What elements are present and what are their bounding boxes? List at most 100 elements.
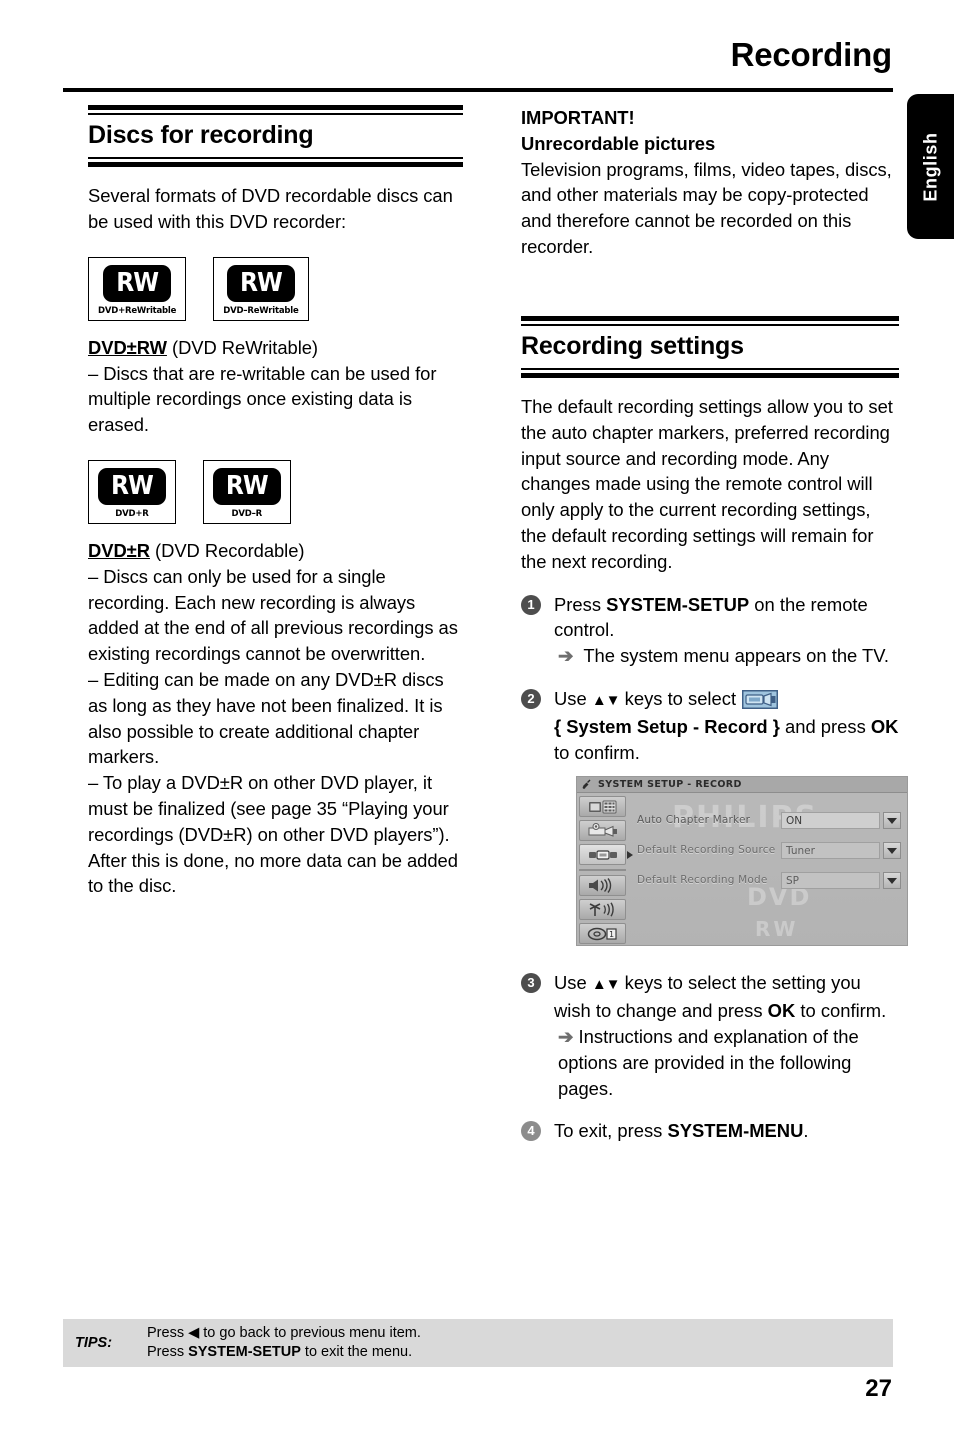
tv-setting-value[interactable]: ON	[781, 812, 880, 830]
recordable-logo-row: RW DVD+R RW DVD–R	[88, 460, 463, 525]
sidebar-icon-tv-playback[interactable]	[579, 796, 626, 818]
arrow-icon: ➔	[558, 645, 574, 667]
step-1-button-name: SYSTEM-SETUP	[606, 593, 750, 615]
step-3-ok: OK	[767, 1000, 796, 1022]
recording-settings-heading: Recording settings	[521, 315, 899, 379]
tv-setting-row: Default Recording Mode SP	[637, 870, 901, 891]
tv-setting-value[interactable]: SP	[781, 872, 880, 890]
dvd-minus-rewritable-logo: RW DVD–ReWritable	[213, 256, 309, 321]
step-4-text-a: To exit, press	[554, 1120, 668, 1142]
step-1: 1 Press SYSTEM-SETUP on the remote contr…	[521, 592, 899, 669]
rw-mark: RW	[239, 267, 283, 298]
sidebar-icon-speaker-audio[interactable]	[579, 875, 626, 897]
step-2-ok: OK	[870, 715, 899, 737]
step-2-text-a: Use	[554, 688, 592, 709]
step-2-text-b: keys to select	[619, 688, 742, 709]
rewritable-logo-row: RW DVD+ReWritable RW DVD–ReWritable	[88, 256, 463, 321]
dvd-rw-description: – Discs that are re-writable can be used…	[88, 362, 437, 436]
step-4-text-b: .	[803, 1120, 809, 1142]
dvd-r-expansion: (DVD Recordable)	[149, 540, 305, 562]
discs-intro-text: Several formats of DVD recordable discs …	[88, 185, 453, 233]
tv-setting-label: Auto Chapter Marker	[637, 814, 751, 826]
tv-menu-sidebar: 1	[579, 796, 633, 945]
rw-mark: RW	[116, 267, 159, 298]
left-column: Discs for recording Several formats of D…	[88, 105, 463, 899]
important-title: IMPORTANT!	[521, 107, 635, 128]
step-1-result: ➔ The system menu appears on the TV.	[554, 643, 899, 669]
tv-setting-label: Default Recording Mode	[637, 874, 768, 886]
tv-setting-row: Default Recording Source Tuner	[637, 840, 901, 861]
sidebar-icon-camera-recording[interactable]	[579, 820, 626, 842]
logo-caption: DVD–ReWritable	[223, 305, 299, 316]
step-number-badge: 2	[521, 689, 541, 709]
logo-caption: DVD+ReWritable	[98, 305, 177, 316]
section-title-discs: Discs for recording	[88, 121, 314, 149]
step-2-brace-open: {	[554, 715, 567, 737]
tips-label: TIPS:	[75, 1335, 113, 1351]
tips-line-1-b: to go back to previous menu item.	[199, 1325, 421, 1341]
dvd-rw-block: DVD±RW (DVD ReWritable) – Discs that are…	[88, 335, 463, 438]
important-subtitle: Unrecordable pictures	[521, 132, 716, 154]
dvd-r-term: DVD±R	[88, 540, 150, 562]
tv-setting-label: Default Recording Source	[637, 844, 776, 856]
sidebar-selected-caret-icon	[627, 851, 633, 860]
heading-rule-top	[88, 105, 463, 115]
tips-body: Press ◀ to go back to previous menu item…	[147, 1324, 421, 1362]
step-4-button-name: SYSTEM-MENU	[667, 1120, 804, 1142]
manual-page: Recording English Discs for recording Se…	[0, 0, 954, 1432]
chevron-down-icon[interactable]	[883, 812, 901, 830]
step-number-badge: 4	[521, 1121, 541, 1142]
tv-setting-value[interactable]: Tuner	[781, 842, 880, 860]
tips-line-1: Press ◀ to go back to previous menu item…	[147, 1324, 421, 1343]
dvd-r-block: DVD±R (DVD Recordable) – Discs can only …	[88, 538, 463, 899]
heading-rule-bottom	[88, 157, 463, 168]
chevron-down-icon[interactable]	[883, 842, 901, 860]
logo-caption: DVD+R	[115, 509, 149, 520]
svg-text:1: 1	[608, 930, 613, 939]
step-number-badge: 1	[521, 594, 541, 615]
left-arrow-icon: ◀	[188, 1325, 200, 1341]
page-title: Recording	[730, 36, 893, 73]
recording-settings-intro: The default recording settings allow you…	[521, 396, 893, 572]
step-number-badge: 3	[521, 973, 541, 994]
tv-menu-settings-list: Auto Chapter Marker ON Default Recording…	[637, 810, 901, 900]
dvd-r-description-3: – To play a DVD±R on other DVD player, i…	[88, 772, 458, 897]
right-column: IMPORTANT! Unrecordable pictures Televis…	[521, 105, 908, 1144]
step-2-text-c: and press	[779, 715, 871, 737]
sidebar-icon-camcorder-record[interactable]	[579, 844, 633, 866]
arrow-icon: ➔	[558, 1025, 574, 1047]
important-body: Television programs, films, video tapes,…	[521, 158, 892, 257]
step-2-menu-path: System Setup - Record	[566, 715, 768, 737]
language-tab-label: English	[920, 131, 940, 202]
step-3: 3 Use ▲▼ keys to select the setting you …	[521, 970, 899, 1101]
dvd-minus-r-logo: RW DVD–R	[202, 460, 291, 525]
language-tab: English	[907, 94, 954, 239]
tips-line-2-b: to exit the menu.	[300, 1344, 413, 1360]
sidebar-icon-antenna-tuner[interactable]	[579, 899, 626, 921]
step-3-text-a: Use	[554, 972, 592, 994]
dvd-r-description-1: – Discs can only be used for a single re…	[88, 565, 458, 665]
wrench-icon	[582, 779, 591, 790]
sidebar-icon-disc-features[interactable]: 1	[579, 923, 626, 945]
tips-line-1-a: Press	[147, 1325, 189, 1341]
section-title-recording-settings: Recording settings	[521, 331, 744, 360]
camcorder-icon	[742, 690, 779, 709]
page-number: 27	[865, 1375, 892, 1402]
heading-rule-top	[521, 315, 899, 326]
heading-rule-bottom	[521, 368, 899, 379]
chevron-down-icon[interactable]	[883, 872, 901, 890]
tv-menu-screenshot: PHILIPS DVD RW SYSTEM SETUP - RECORD 1 A…	[576, 776, 908, 947]
dvd-plus-r-logo: RW DVD+R	[88, 460, 176, 525]
logo-caption: DVD–R	[231, 509, 262, 520]
step-1-result-text: The system menu appears on the TV.	[583, 645, 889, 667]
step-3-result: ➔ Instructions and explanation of the op…	[554, 1024, 899, 1101]
important-notice: IMPORTANT! Unrecordable pictures Televis…	[521, 105, 899, 260]
step-2: 2 Use ▲▼ keys to select { System Setup -…	[521, 686, 908, 947]
dvd-rw-expansion: (DVD ReWritable)	[166, 336, 319, 358]
step-3-text-c: to confirm.	[795, 1000, 887, 1022]
step-4: 4 To exit, press SYSTEM-MENU.	[521, 1118, 899, 1144]
dvd-r-description-2: – Editing can be made on any DVD±R discs…	[88, 669, 444, 768]
discs-for-recording-heading: Discs for recording	[88, 105, 463, 168]
watermark-rw: RW	[755, 917, 799, 942]
dvd-plus-rewritable-logo: RW DVD+ReWritable	[88, 256, 187, 321]
